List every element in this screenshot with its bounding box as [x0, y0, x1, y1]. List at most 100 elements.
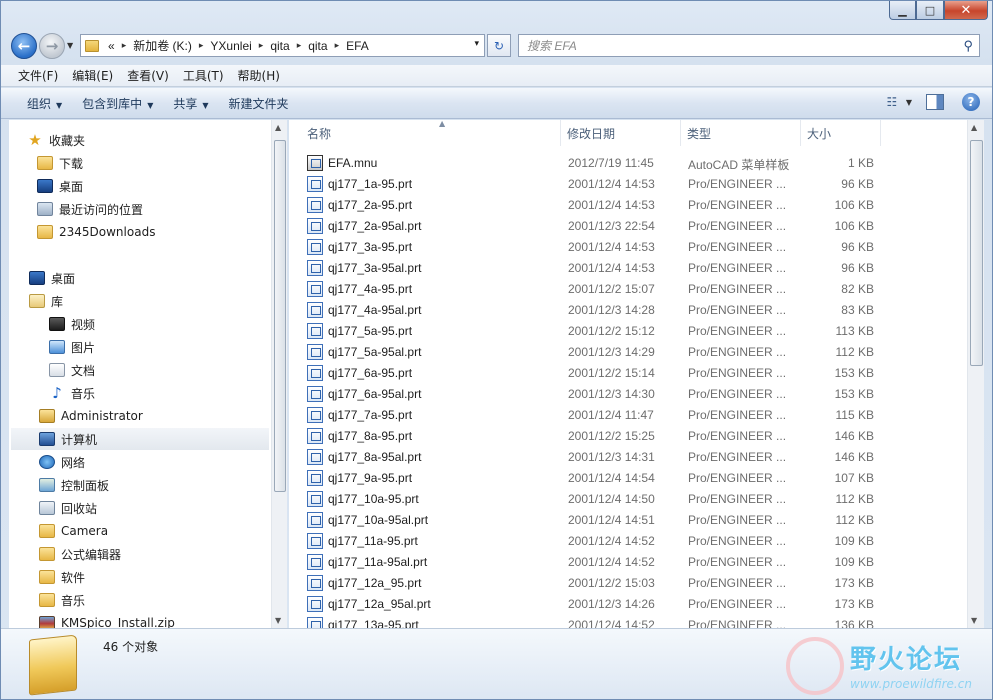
file-size: 1 KB: [847, 156, 874, 170]
recent-pages-dropdown[interactable]: ▼: [67, 41, 73, 50]
file-list-scroll-thumb[interactable]: [970, 140, 983, 366]
menu-item[interactable]: 工具(T): [174, 67, 229, 84]
file-row[interactable]: qj177_6a-95al.prt 2001/12/3 14:30 Pro/ENGI…: [307, 383, 887, 404]
file-row[interactable]: qj177_6a-95.prt 2001/12/2 15:14 Pro/ENGINE…: [307, 362, 887, 383]
part-file-icon: [307, 260, 323, 276]
scroll-up-icon[interactable]: ▲: [971, 123, 977, 132]
file-row[interactable]: qj177_11a-95al.prt 2001/12/4 14:52 Pro/ENG…: [307, 551, 887, 572]
menu-item[interactable]: 文件(F): [9, 67, 63, 84]
help-icon[interactable]: ?: [962, 93, 980, 111]
nav-item[interactable]: 文档: [9, 359, 95, 381]
file-row[interactable]: qj177_8a-95al.prt 2001/12/3 14:31 Pro/ENGI…: [307, 446, 887, 467]
file-row[interactable]: qj177_3a-95.prt 2001/12/4 14:53 Pro/ENGINE…: [307, 236, 887, 257]
nav-item[interactable]: 音乐: [9, 589, 85, 611]
menu-item[interactable]: 查看(V): [118, 67, 174, 84]
nav-item[interactable]: Camera: [9, 520, 108, 542]
file-name: qj177_13a-95.prt: [328, 618, 419, 628]
nav-item[interactable]: ★ 收藏夹: [9, 129, 85, 151]
nav-item[interactable]: 网络: [9, 451, 85, 473]
nav-item[interactable]: 桌面: [9, 175, 83, 197]
nav-item[interactable]: 桌面: [9, 267, 75, 289]
nav-item[interactable]: ♪ 音乐: [9, 382, 95, 404]
refresh-button[interactable]: ↻: [487, 34, 511, 57]
share-button[interactable]: 共享 ▼: [163, 95, 218, 112]
nav-item[interactable]: Administrator: [9, 405, 143, 427]
breadcrumb-overflow[interactable]: «: [105, 39, 118, 53]
scroll-down-icon[interactable]: ▼: [971, 616, 977, 625]
nav-item[interactable]: 软件: [9, 566, 85, 588]
breadcrumb-separator-icon[interactable]: ▸: [195, 40, 208, 51]
menu-bar: 文件(F) 编辑(E) 查看(V) 工具(T) 帮助(H): [1, 65, 992, 87]
nav-item[interactable]: 最近访问的位置: [9, 198, 143, 220]
navigation-scrollbar[interactable]: ▲ ▼: [271, 120, 287, 628]
view-dropdown-icon[interactable]: ▼: [906, 98, 912, 107]
menu-item[interactable]: 帮助(H): [229, 67, 285, 84]
back-button[interactable]: ←: [11, 33, 37, 59]
file-row[interactable]: qj177_10a-95.prt 2001/12/4 14:50 Pro/ENGIN…: [307, 488, 887, 509]
file-row[interactable]: qj177_8a-95.prt 2001/12/2 15:25 Pro/ENGINE…: [307, 425, 887, 446]
nav-item[interactable]: KMSpico_Install.zip: [9, 612, 175, 628]
file-row[interactable]: qj177_10a-95al.prt 2001/12/4 14:51 Pro/ENG…: [307, 509, 887, 530]
file-row[interactable]: qj177_4a-95al.prt 2001/12/3 14:28 Pro/ENGI…: [307, 299, 887, 320]
breadcrumb-separator-icon[interactable]: ▸: [293, 40, 306, 51]
address-dropdown-icon[interactable]: ▾: [474, 39, 479, 49]
new-folder-button[interactable]: 新建文件夹: [219, 95, 299, 112]
search-input[interactable]: 搜索 EFA ⚲: [518, 34, 980, 57]
breadcrumb-item[interactable]: qita: [267, 39, 292, 53]
column-header-size[interactable]: 大小: [801, 120, 881, 146]
minimize-button[interactable]: ▁: [889, 1, 916, 20]
maximize-button[interactable]: □: [916, 1, 944, 20]
breadcrumb-item[interactable]: EFA: [343, 39, 372, 53]
column-header-type[interactable]: 类型: [681, 120, 801, 146]
file-row[interactable]: qj177_12a_95.prt 2001/12/2 15:03 Pro/ENGIN…: [307, 572, 887, 593]
column-header-date[interactable]: 修改日期: [561, 120, 681, 146]
nav-item[interactable]: 回收站: [9, 497, 97, 519]
file-type: Pro/ENGINEER ...: [688, 513, 787, 527]
file-row[interactable]: qj177_13a-95.prt 2001/12/4 14:52 Pro/ENGIN…: [307, 614, 887, 628]
nav-item[interactable]: 图片: [9, 336, 95, 358]
include-in-library-button[interactable]: 包含到库中 ▼: [72, 95, 163, 112]
view-options-icon[interactable]: ☷: [882, 93, 902, 111]
close-button[interactable]: ✕: [944, 1, 988, 20]
column-type-label: 类型: [687, 126, 712, 141]
nav-item-label: 公式编辑器: [61, 547, 122, 562]
part-file-icon: [307, 176, 323, 192]
breadcrumb-item[interactable]: qita: [305, 39, 330, 53]
file-list-scrollbar[interactable]: ▲ ▼: [967, 120, 984, 628]
forward-button[interactable]: →: [39, 33, 65, 59]
scroll-down-icon[interactable]: ▼: [275, 616, 281, 625]
search-icon[interactable]: ⚲: [963, 38, 973, 54]
file-row[interactable]: qj177_5a-95.prt 2001/12/2 15:12 Pro/ENGINE…: [307, 320, 887, 341]
breadcrumb-item[interactable]: 新加卷 (K:): [130, 37, 195, 54]
breadcrumb-separator-icon[interactable]: ▸: [255, 40, 268, 51]
nav-item[interactable]: 视频: [9, 313, 95, 335]
organize-button[interactable]: 组织 ▼: [17, 95, 72, 112]
file-row[interactable]: qj177_12a_95al.prt 2001/12/3 14:26 Pro/ENG…: [307, 593, 887, 614]
column-header-name[interactable]: 名称 ▲: [301, 120, 561, 146]
nav-item[interactable]: 计算机: [11, 428, 269, 450]
nav-item[interactable]: 下载: [9, 152, 83, 174]
file-row[interactable]: qj177_5a-95al.prt 2001/12/3 14:29 Pro/ENGI…: [307, 341, 887, 362]
file-row[interactable]: qj177_2a-95al.prt 2001/12/3 22:54 Pro/ENGI…: [307, 215, 887, 236]
nav-item[interactable]: 控制面板: [9, 474, 109, 496]
nav-item[interactable]: 2345Downloads: [9, 221, 155, 243]
file-row[interactable]: EFA.mnu 2012/7/19 11:45 AutoCAD 菜单样板 1 KB: [307, 152, 887, 173]
preview-pane-icon[interactable]: [926, 94, 944, 110]
menu-item[interactable]: 编辑(E): [63, 67, 118, 84]
breadcrumb-separator-icon[interactable]: ▸: [331, 40, 344, 51]
breadcrumb-separator-icon[interactable]: ▸: [118, 40, 131, 51]
nav-item[interactable]: 公式编辑器: [9, 543, 121, 565]
nav-item[interactable]: 库: [9, 290, 63, 312]
file-row[interactable]: qj177_3a-95al.prt 2001/12/4 14:53 Pro/ENGI…: [307, 257, 887, 278]
file-row[interactable]: qj177_7a-95.prt 2001/12/4 11:47 Pro/ENGINE…: [307, 404, 887, 425]
file-row[interactable]: qj177_11a-95.prt 2001/12/4 14:52 Pro/ENGIN…: [307, 530, 887, 551]
file-row[interactable]: qj177_4a-95.prt 2001/12/2 15:07 Pro/ENGINE…: [307, 278, 887, 299]
navigation-scroll-thumb[interactable]: [274, 140, 286, 492]
file-size: 83 KB: [841, 303, 874, 317]
file-row[interactable]: qj177_9a-95.prt 2001/12/4 14:54 Pro/ENGINE…: [307, 467, 887, 488]
file-row[interactable]: qj177_1a-95.prt 2001/12/4 14:53 Pro/ENGINE…: [307, 173, 887, 194]
address-bar[interactable]: « ▸ 新加卷 (K:) ▸ YXunlei ▸ qita ▸ qita ▸ EFA ▾: [80, 34, 485, 57]
file-row[interactable]: qj177_2a-95.prt 2001/12/4 14:53 Pro/ENGINE…: [307, 194, 887, 215]
breadcrumb-item[interactable]: YXunlei: [207, 39, 254, 53]
scroll-up-icon[interactable]: ▲: [275, 123, 281, 132]
